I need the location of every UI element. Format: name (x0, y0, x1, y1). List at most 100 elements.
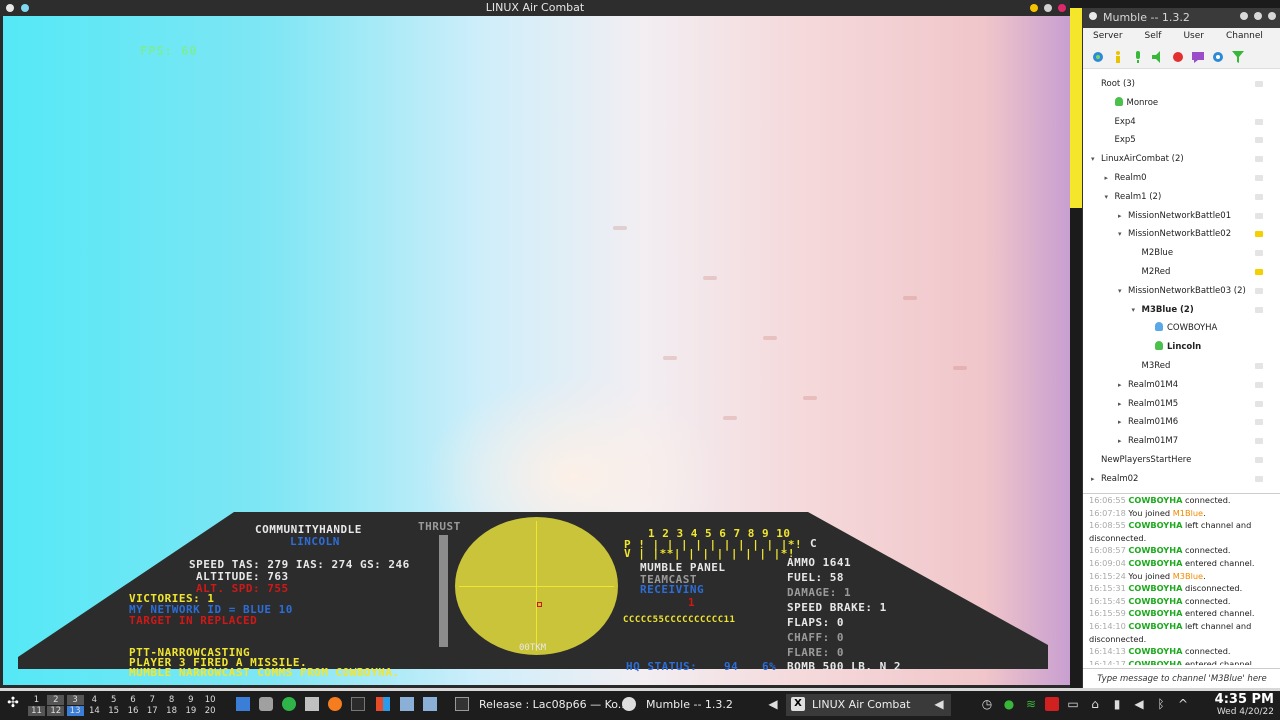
tray-expand-icon[interactable]: ^ (1176, 697, 1190, 711)
mumble-volume-icon[interactable]: ◀ (766, 697, 780, 711)
pin-icon[interactable] (21, 4, 29, 12)
desktop-6[interactable]: 6 (125, 695, 142, 705)
expand-arrow-icon[interactable]: ▸ (1091, 470, 1101, 488)
log-user-name[interactable]: COWBOYHA (1128, 520, 1182, 530)
info-icon[interactable] (1111, 50, 1125, 64)
log-user-name[interactable]: COWBOYHA (1128, 646, 1182, 656)
menu-self[interactable]: Self (1145, 28, 1162, 45)
expand-arrow-icon[interactable]: ▾ (1105, 188, 1115, 206)
tree-node[interactable]: Exp4 (1105, 113, 1136, 131)
expand-arrow-icon[interactable]: ▸ (1118, 376, 1128, 394)
minimize-icon[interactable] (1240, 12, 1248, 20)
filter-icon[interactable] (1231, 50, 1245, 64)
desktop-3[interactable]: 3 (66, 695, 84, 705)
tree-node[interactable]: ▾ MissionNetworkBattle02 (1118, 225, 1231, 243)
close-icon[interactable] (1268, 12, 1276, 20)
tree-node[interactable]: M2Red (1132, 263, 1171, 281)
expand-arrow-icon[interactable]: ▾ (1132, 301, 1142, 319)
microphone-icon[interactable] (1131, 50, 1145, 64)
chat-input[interactable]: Type message to channel 'M3Blue' here (1083, 668, 1280, 688)
battery-icon[interactable]: ▮ (1110, 697, 1124, 711)
clock[interactable]: 4:35 PM Wed 4/20/22 (1215, 693, 1274, 718)
expand-arrow-icon[interactable]: ▸ (1118, 432, 1128, 450)
task-konsole[interactable]: Release : Lac08p66 — Ko... (474, 694, 628, 716)
expand-arrow-icon[interactable]: ▸ (1118, 395, 1128, 413)
desktop-10[interactable]: 10 (202, 695, 219, 705)
firefox-icon[interactable] (328, 697, 342, 711)
file-manager-icon[interactable] (236, 697, 250, 711)
desktop-12[interactable]: 12 (47, 706, 65, 716)
tree-node[interactable]: COWBOYHA (1145, 319, 1217, 337)
notifications-icon[interactable]: ⌂ (1088, 697, 1102, 711)
tree-node[interactable]: Exp5 (1105, 131, 1136, 149)
speaker-icon[interactable] (1151, 50, 1165, 64)
tree-node[interactable]: ▸ Realm01M6 (1118, 413, 1178, 431)
log-user-name[interactable]: COWBOYHA (1128, 608, 1182, 618)
log-user-name[interactable]: COWBOYHA (1128, 659, 1182, 665)
desktop-20[interactable]: 20 (202, 706, 219, 716)
expand-arrow-icon[interactable]: ▸ (1118, 413, 1128, 431)
desktop-2[interactable]: 2 (47, 695, 65, 705)
tree-node[interactable]: ▾ Realm1 (2) (1105, 188, 1162, 206)
tree-node[interactable]: ▸ Realm01M7 (1118, 432, 1178, 450)
desktop-18[interactable]: 18 (163, 706, 180, 716)
security-tray-icon[interactable] (1045, 697, 1059, 711)
log-channel-name[interactable]: M3Blue (1173, 571, 1203, 581)
window-menu-icon[interactable] (1089, 12, 1097, 20)
tree-node[interactable]: ▾ LinuxAirCombat (2) (1091, 150, 1184, 168)
task-mumble[interactable]: Mumble -- 1.3.2 (641, 694, 781, 716)
close-icon[interactable] (1058, 4, 1066, 12)
display-icon[interactable] (423, 697, 437, 711)
maximize-icon[interactable] (1254, 12, 1262, 20)
clock-tray-icon[interactable]: ◷ (980, 697, 994, 711)
desktop-16[interactable]: 16 (125, 706, 142, 716)
log-user-name[interactable]: COWBOYHA (1128, 583, 1182, 593)
log-user-name[interactable]: COWBOYHA (1128, 558, 1182, 568)
window-menu-icon[interactable] (6, 4, 14, 12)
comment-icon[interactable] (1191, 50, 1205, 64)
tree-node[interactable]: ▾ M3Blue (2) (1132, 301, 1194, 319)
desktop-13[interactable]: 13 (66, 706, 84, 716)
tree-node[interactable]: ▸ Realm01M4 (1118, 376, 1178, 394)
channel-tree[interactable]: Root (3) Monroe Exp4 Exp5 ▾ LinuxAirCombat (2… (1083, 69, 1280, 493)
tree-node[interactable]: Root (3) (1091, 75, 1135, 93)
desktop-9[interactable]: 9 (182, 695, 199, 705)
record-icon[interactable] (1171, 50, 1185, 64)
desktop-5[interactable]: 5 (105, 695, 122, 705)
desktop-7[interactable]: 7 (144, 695, 161, 705)
bluetooth-icon[interactable]: ᛒ (1154, 697, 1168, 711)
expand-arrow-icon[interactable]: ▾ (1118, 225, 1128, 243)
tree-node[interactable]: ▸ MissionNetworkBattle01 (1118, 207, 1231, 225)
desktop-15[interactable]: 15 (105, 706, 122, 716)
tree-node[interactable]: ▾ MissionNetworkBattle03 (2) (1118, 282, 1246, 300)
network-icon[interactable] (400, 697, 414, 711)
expand-arrow-icon[interactable]: ▾ (1118, 282, 1128, 300)
app-launcher-icon[interactable]: ✣ (6, 696, 20, 710)
mumble-tray-icon[interactable]: ● (1002, 697, 1016, 711)
tree-node[interactable]: M2Blue (1132, 244, 1174, 262)
connect-icon[interactable] (1091, 50, 1105, 64)
desktop-8[interactable]: 8 (163, 695, 180, 705)
desktop-11[interactable]: 11 (28, 706, 45, 716)
menu-channel[interactable]: Channel (1226, 28, 1263, 45)
office-icon[interactable] (376, 697, 390, 711)
xbox-icon[interactable] (282, 697, 296, 711)
clipboard-icon[interactable]: ▭ (1066, 697, 1080, 711)
wifi-icon[interactable]: ≋ (1024, 697, 1038, 711)
lac-volume-icon[interactable]: ◀ (932, 697, 946, 711)
task-lac[interactable]: LINUX Air Combat (786, 694, 951, 716)
log-user-name[interactable]: COWBOYHA (1128, 621, 1182, 631)
mail-icon[interactable] (305, 697, 319, 711)
log-channel-name[interactable]: M1Blue (1173, 508, 1203, 518)
tree-node[interactable]: Monroe (1105, 94, 1158, 112)
screenshot-icon[interactable] (259, 697, 273, 711)
log-user-name[interactable]: COWBOYHA (1128, 495, 1182, 505)
tree-node[interactable]: Lincoln (1145, 338, 1201, 356)
tree-node[interactable]: ▸ Realm01M5 (1118, 395, 1178, 413)
expand-arrow-icon[interactable]: ▸ (1105, 169, 1115, 187)
desktop-4[interactable]: 4 (86, 695, 103, 705)
menu-user[interactable]: User (1183, 28, 1204, 45)
tree-node[interactable]: ▸ Realm0 (1105, 169, 1147, 187)
tree-node[interactable]: ▸ Realm02 (1091, 470, 1138, 488)
expand-arrow-icon[interactable]: ▸ (1118, 207, 1128, 225)
